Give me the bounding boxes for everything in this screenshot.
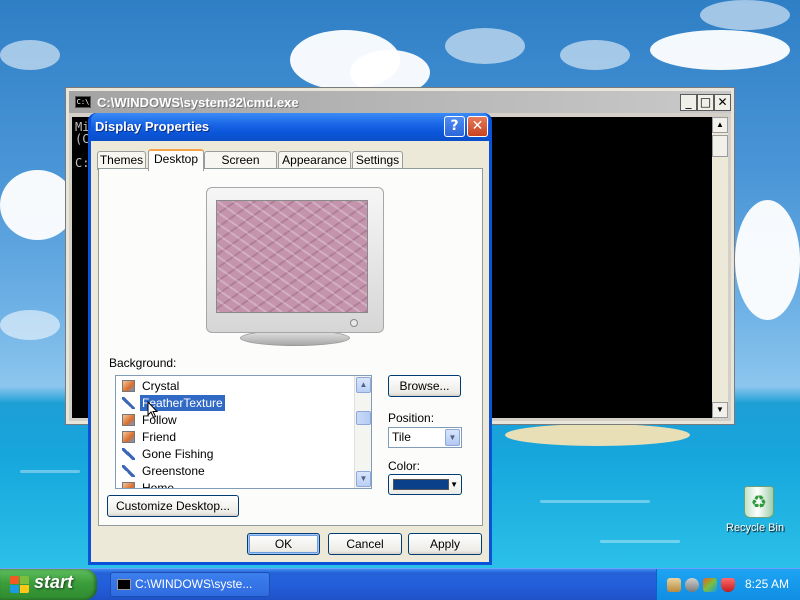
tab-desktop[interactable]: Desktop (148, 149, 204, 171)
position-value: Tile (392, 430, 411, 444)
mouse-pointer-icon (147, 401, 159, 419)
position-label: Position: (388, 411, 435, 425)
dialog-body: Themes Desktop Screen Saver Appearance S… (91, 141, 489, 562)
close-button[interactable]: ✕ (714, 94, 731, 111)
list-item[interactable]: Crystal (118, 378, 354, 394)
scroll-up-arrow-icon[interactable]: ▲ (712, 117, 728, 133)
cloud (0, 170, 75, 240)
image-icon (122, 431, 135, 443)
clock[interactable]: 8:25 AM (745, 577, 789, 591)
power-button-icon (350, 319, 358, 327)
close-button[interactable]: ✕ (467, 116, 488, 137)
image-icon (122, 482, 135, 488)
sea-streak (20, 470, 80, 473)
color-label: Color: (388, 459, 421, 473)
cmd-icon: C:\ (75, 96, 91, 108)
recycle-bin-icon (744, 486, 774, 518)
windows-update-icon[interactable] (703, 578, 717, 592)
background-listbox[interactable]: Crystal FeatherTexture Follow Friend Gon… (115, 375, 372, 489)
cloud (700, 0, 790, 30)
cmd-icon (117, 579, 131, 590)
taskbar-button-label: C:\WINDOWS\syste... (135, 577, 253, 591)
start-button[interactable]: start (0, 569, 97, 600)
system-tray: 8:25 AM (656, 569, 800, 600)
customize-desktop-button[interactable]: Customize Desktop... (107, 495, 239, 517)
scroll-up-arrow-icon[interactable]: ▲ (356, 377, 371, 393)
list-item[interactable]: Home (118, 480, 354, 488)
dialog-title: Display Properties (95, 119, 210, 134)
cloud (650, 30, 790, 70)
cmd-scrollbar[interactable]: ▲ ▼ (712, 117, 728, 418)
apply-button[interactable]: Apply (408, 533, 482, 555)
scroll-down-arrow-icon[interactable]: ▼ (712, 402, 728, 418)
list-item[interactable]: Friend (118, 429, 354, 445)
taskbar-button-cmd[interactable]: C:\WINDOWS\syste... (110, 572, 270, 597)
color-swatch (393, 479, 449, 490)
recycle-bin-label: Recycle Bin (726, 522, 785, 534)
security-shield-icon[interactable] (721, 578, 735, 592)
minimize-button[interactable]: _ (680, 94, 697, 111)
browse-button[interactable]: Browse... (388, 375, 461, 397)
sea-streak (540, 500, 650, 503)
tray-app-icon[interactable] (667, 578, 681, 592)
cloud (445, 28, 525, 64)
sand-island (505, 424, 690, 446)
help-button[interactable]: ? (444, 116, 465, 137)
display-properties-dialog[interactable]: Display Properties ? ✕ Themes Desktop Sc… (88, 113, 492, 565)
scroll-thumb[interactable] (712, 135, 728, 157)
cloud (0, 310, 60, 340)
wallpaper-preview (216, 200, 368, 313)
cloud (735, 200, 800, 320)
windows-flag-icon (10, 576, 30, 594)
cmd-titlebar[interactable]: C:\ C:\WINDOWS\system32\cmd.exe _ □ ✕ (69, 91, 731, 113)
position-select[interactable]: Tile ▼ (388, 427, 462, 448)
desktop-tab-panel: Background: Crystal FeatherTexture Follo… (98, 168, 483, 526)
cmd-title: C:\WINDOWS\system32\cmd.exe (97, 95, 299, 110)
brush-icon (122, 465, 135, 477)
brush-icon (122, 448, 135, 460)
sea-streak (600, 540, 680, 543)
listbox-scrollbar[interactable]: ▲ ▼ (354, 376, 371, 488)
brush-icon (122, 397, 135, 409)
ok-button[interactable]: OK (247, 533, 320, 555)
recycle-bin[interactable]: Recycle Bin (726, 486, 792, 534)
dialog-titlebar[interactable]: Display Properties ? ✕ (91, 113, 489, 141)
cloud (0, 40, 60, 70)
monitor-preview (206, 187, 384, 333)
image-icon (122, 380, 135, 392)
image-icon (122, 414, 135, 426)
scroll-thumb[interactable] (356, 411, 371, 425)
background-label: Background: (109, 356, 177, 370)
volume-icon[interactable] (685, 578, 699, 592)
chevron-down-icon[interactable]: ▼ (445, 429, 460, 446)
taskbar: start C:\WINDOWS\syste... 8:25 AM (0, 568, 800, 600)
cloud (560, 40, 630, 70)
cancel-button[interactable]: Cancel (328, 533, 402, 555)
maximize-button[interactable]: □ (697, 94, 714, 111)
scroll-down-arrow-icon[interactable]: ▼ (356, 471, 371, 487)
color-picker-button[interactable]: ▼ (388, 474, 462, 495)
list-item[interactable]: Gone Fishing (118, 446, 354, 462)
chevron-down-icon: ▼ (450, 480, 458, 489)
list-item[interactable]: Greenstone (118, 463, 354, 479)
start-label: start (34, 572, 74, 592)
